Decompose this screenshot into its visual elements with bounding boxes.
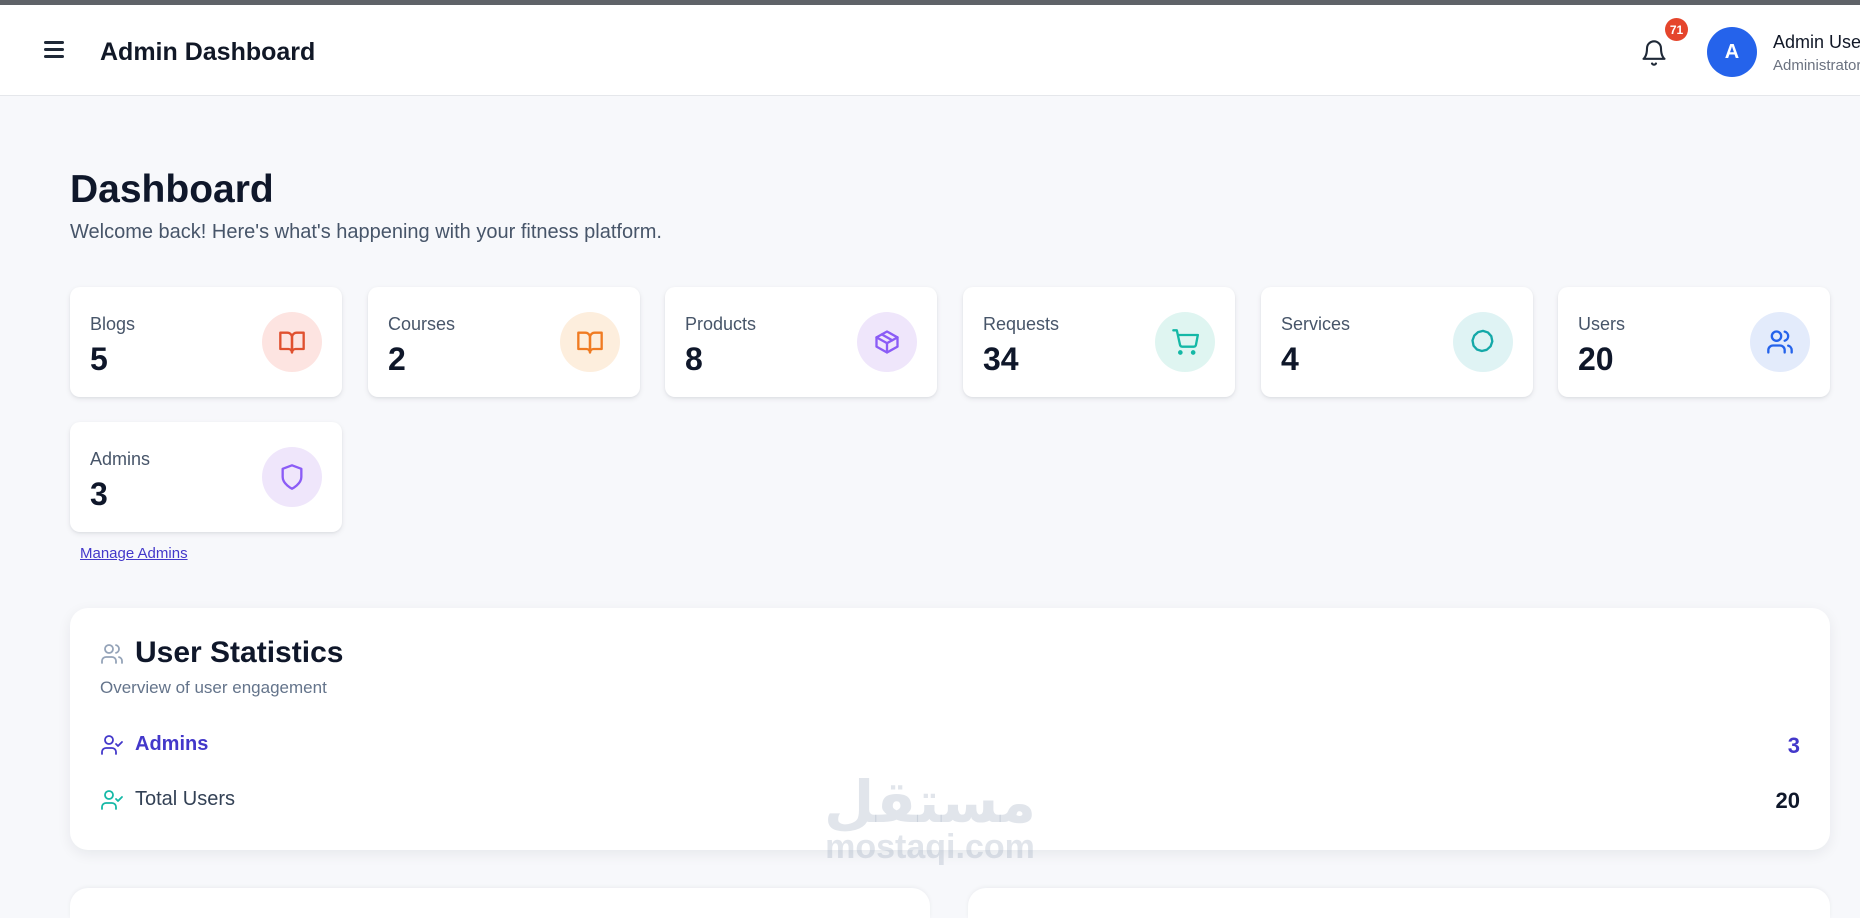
stat-label: Requests: [983, 314, 1060, 334]
users-icon: [101, 644, 123, 664]
section-title: User Statistics: [135, 636, 344, 669]
app-title: Admin Dashboard: [100, 38, 316, 66]
stat-label: Blogs: [90, 314, 136, 334]
stat-label: Products: [685, 314, 757, 334]
top-bar: Admin Dashboard 71 A Admin User Administ…: [0, 5, 1860, 96]
stat-row-admins-value: 3: [1787, 733, 1800, 758]
stat-card-admins[interactable]: Admins 3: [70, 422, 342, 532]
stat-row-total-users-value: 20: [1775, 788, 1800, 813]
stat-label: Admins: [90, 449, 151, 469]
stat-label: Users: [1578, 314, 1626, 334]
user-info[interactable]: Admin User Administrator: [1773, 25, 1860, 85]
stat-card-products[interactable]: Products 8: [665, 287, 937, 397]
stat-card-users[interactable]: Users 20: [1558, 287, 1830, 397]
stat-label: Courses: [388, 314, 456, 334]
user-name: Admin User: [1773, 32, 1860, 52]
notification-badge[interactable]: 71: [1665, 18, 1688, 41]
book-open-icon: [262, 312, 322, 372]
section-subtitle: Overview of user engagement: [100, 678, 327, 697]
shopping-cart-icon: [1155, 312, 1215, 372]
package-icon: [857, 312, 917, 372]
stat-value: 8: [685, 341, 703, 377]
stat-card-services[interactable]: Services 4: [1261, 287, 1533, 397]
stat-row-total-users-label: Total Users: [135, 788, 236, 810]
bell-icon[interactable]: [1640, 38, 1668, 68]
stat-value: 2: [388, 341, 406, 377]
stat-value: 34: [983, 341, 1019, 377]
stat-card-blogs[interactable]: Blogs 5: [70, 287, 342, 397]
user-check-icon: [101, 790, 123, 810]
user-check-icon: [101, 735, 123, 755]
bottom-panel-left: [70, 888, 930, 918]
stat-value: 20: [1578, 341, 1614, 377]
user-statistics-panel: User Statistics Overview of user engagem…: [70, 608, 1830, 850]
stat-row-admins-label[interactable]: Admins: [135, 733, 208, 756]
book-open-icon: [560, 312, 620, 372]
page-subtitle: Welcome back! Here's what's happening wi…: [70, 221, 662, 243]
octagon-icon: [1453, 312, 1513, 372]
avatar[interactable]: A: [1707, 27, 1757, 77]
manage-admins-link[interactable]: Manage Admins: [80, 545, 188, 562]
page-title: Dashboard: [70, 168, 274, 211]
stat-value: 5: [90, 341, 108, 377]
user-role: Administrator: [1773, 57, 1860, 74]
stat-card-requests[interactable]: Requests 34: [963, 287, 1235, 397]
shield-icon: [262, 447, 322, 507]
bottom-panel-right: [968, 888, 1830, 918]
stat-card-courses[interactable]: Courses 2: [368, 287, 640, 397]
users-icon: [1750, 312, 1810, 372]
stat-label: Services: [1281, 314, 1351, 334]
stat-value: 3: [90, 476, 108, 512]
stat-value: 4: [1281, 341, 1299, 377]
menu-icon[interactable]: [44, 41, 66, 61]
